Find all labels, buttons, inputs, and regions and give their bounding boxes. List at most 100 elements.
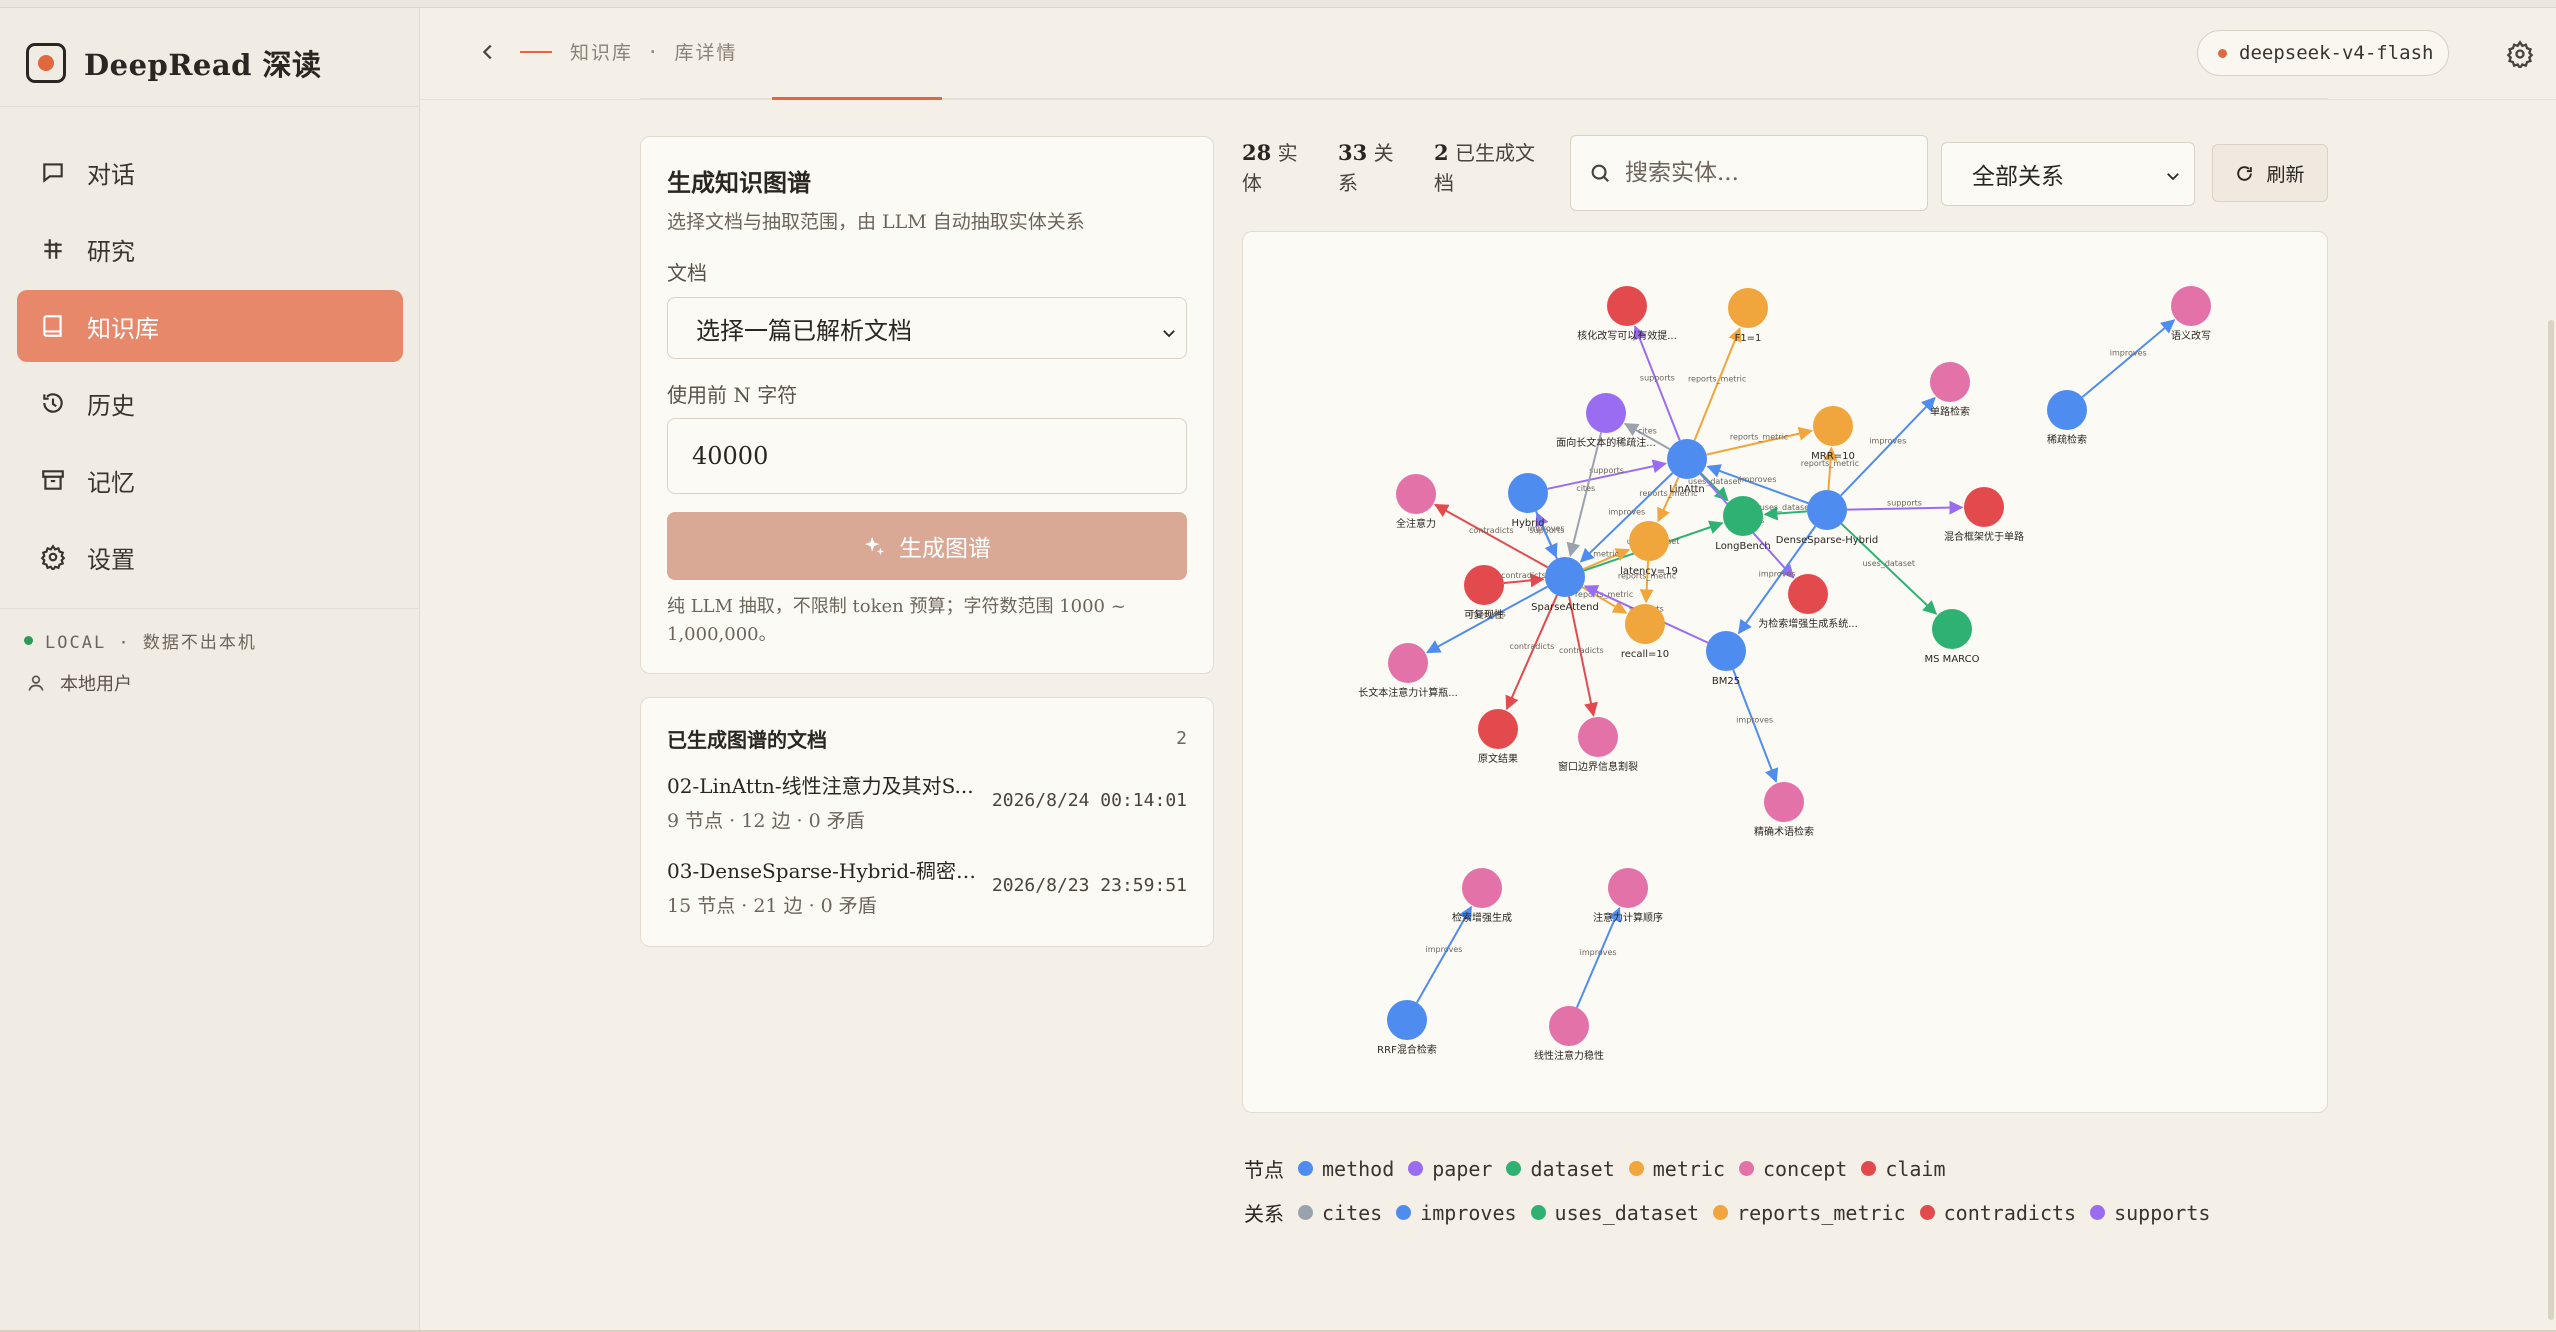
settings-button[interactable] [2500, 34, 2540, 74]
graph-node-concept[interactable] [1764, 782, 1804, 822]
graph-edge-supports[interactable] [1846, 500, 1964, 515]
graph-node-metric[interactable] [1629, 521, 1669, 561]
graph-edge-label: improves [1426, 945, 1463, 954]
document-select[interactable]: 选择一篇已解析文档 [667, 297, 1187, 359]
graph-stats: 28 实体 33 关系 2 已生成文档 [1242, 138, 1574, 198]
model-selector[interactable]: deepseek-v4-flash [2197, 30, 2449, 76]
docs-count: 2 [1176, 728, 1187, 749]
active-tab-indicator [772, 97, 942, 100]
sidebar-item-label: 历史 [87, 391, 135, 420]
archive-icon [37, 464, 69, 496]
graph-edge-contradicts[interactable] [1433, 503, 1549, 569]
graph-node-metric[interactable] [1625, 604, 1665, 644]
legend-dot [2090, 1205, 2106, 1220]
legend-item-cites: cites [1298, 1201, 1382, 1225]
sidebar-item-history[interactable]: 历史 [17, 367, 403, 439]
graph-node-concept[interactable] [1388, 643, 1428, 683]
current-user[interactable]: 本地用户 [26, 670, 132, 696]
graph-node-concept[interactable] [1396, 474, 1436, 514]
sidebar-item-knowledge-base[interactable]: 知识库 [17, 290, 403, 362]
doc-time: 2026/8/23 23:59:51 [991, 875, 1187, 896]
graph-node-dataset[interactable] [1932, 609, 1972, 649]
card-title: 已生成图谱的文档 [667, 728, 827, 752]
graph-edge-label: contradicts [1469, 526, 1514, 535]
graph-node-label: 精确术语检索 [1754, 825, 1814, 838]
legend-item-metric: metric [1628, 1157, 1725, 1181]
breadcrumb-root[interactable]: 知识库 [570, 38, 633, 65]
back-button[interactable] [470, 34, 506, 70]
book-icon [37, 310, 69, 342]
graph-node-claim[interactable] [1788, 574, 1828, 614]
sidebar-item-research[interactable]: 研究 [17, 213, 403, 285]
graph-node-label: 线性注意力稳性 [1534, 1049, 1604, 1062]
graph-node-dataset[interactable] [1723, 496, 1763, 536]
brand[interactable]: DeepRead 深读 [26, 38, 322, 88]
legend-item-supports: supports [2090, 1201, 2210, 1225]
search-input[interactable] [1625, 160, 1905, 186]
sidebar-item-settings[interactable]: 设置 [17, 521, 403, 593]
legend-dot [1861, 1161, 1877, 1176]
graph-edge-label: supports [1887, 499, 1922, 508]
list-item[interactable]: 02-LinAttn-线性注意力及其对S... 9 节点 · 12 边 · 0 … [667, 770, 1187, 836]
graph-node-claim[interactable] [1964, 487, 2004, 527]
generate-graph-button[interactable]: 生成图谱 [667, 512, 1187, 580]
entity-search[interactable] [1570, 135, 1928, 211]
graph-node-method[interactable] [1545, 557, 1585, 597]
graph-node-label: MS MARCO [1925, 654, 1980, 665]
graph-node-concept[interactable] [1578, 717, 1618, 757]
graph-node-method[interactable] [1387, 1000, 1427, 1040]
graph-node-label: 混合框架优于单路 [1944, 530, 2024, 543]
graph-node-metric[interactable] [1813, 406, 1853, 446]
page-header: 知识库 · 库详情 deepseek-v4-flash [420, 8, 2556, 100]
graph-node-method[interactable] [2047, 390, 2087, 430]
graph-node-claim[interactable] [1478, 709, 1518, 749]
graph-edge-supports[interactable] [1633, 325, 1681, 441]
graph-node-paper[interactable] [1586, 393, 1626, 433]
graph-node-concept[interactable] [2171, 286, 2211, 326]
card-title: 生成知识图谱 [667, 168, 811, 197]
graph-edge-reports_metric[interactable] [1693, 327, 1742, 441]
sidebar-item-chat[interactable]: 对话 [17, 136, 403, 208]
graph-node-concept[interactable] [1462, 868, 1502, 908]
logo-icon [26, 43, 66, 83]
doc-time: 2026/8/24 00:14:01 [991, 790, 1187, 811]
graph-node-label: 面向长文本的稀疏注... [1556, 436, 1656, 449]
graph-node-label: 长文本注意力计算瓶... [1358, 686, 1458, 699]
sidebar-item-memory[interactable]: 记忆 [17, 444, 403, 516]
relation-filter-select[interactable]: 全部关系 [1941, 142, 2195, 206]
generate-note: 纯 LLM 抽取，不限制 token 预算；字符数范围 1000 ~ 1,000… [667, 596, 1126, 645]
graph-node-label: 注意力计算顺序 [1593, 911, 1663, 924]
graph-node-label: 核化改写可以有效提... [1577, 329, 1677, 342]
graph-node-concept[interactable] [1608, 868, 1648, 908]
graph-node-method[interactable] [1706, 631, 1746, 671]
history-icon [37, 387, 69, 419]
legend-dot [1298, 1161, 1313, 1176]
graph-edge-improves[interactable] [1840, 396, 1936, 497]
graph-node-method[interactable] [1807, 490, 1847, 530]
graph-node-method[interactable] [1508, 473, 1548, 513]
list-item[interactable]: 03-DenseSparse-Hybrid-稠密稀... 15 节点 · 21 … [667, 855, 1187, 921]
graph-edge-label: cites [1576, 484, 1595, 493]
graph-svg[interactable]: supports reports_metric improves cites repor… [1243, 232, 2328, 1113]
graph-node-claim[interactable] [1464, 565, 1504, 605]
graph-node-concept[interactable] [1930, 362, 1970, 402]
graph-node-method[interactable] [1667, 439, 1707, 479]
status-dot-icon [24, 636, 33, 645]
graph-edge-contradicts[interactable] [1568, 596, 1598, 717]
stat-entities: 28 实体 [1242, 140, 1298, 195]
gear-icon [2506, 40, 2534, 68]
refresh-button[interactable]: 刷新 [2212, 144, 2328, 202]
chars-input[interactable]: 40000 [667, 418, 1187, 494]
page-scrollbar[interactable] [2548, 320, 2554, 1320]
graph-node-metric[interactable] [1728, 288, 1768, 328]
legend-dot [1408, 1161, 1424, 1176]
graph-edge-cites[interactable] [1566, 432, 1603, 558]
graph-edge-label: contradicts [1559, 646, 1604, 655]
graph-node-claim[interactable] [1607, 286, 1647, 326]
graph-node-label: 可复现性 [1464, 608, 1504, 621]
graph-edge-improves[interactable] [2081, 319, 2176, 398]
window-top-edge [0, 0, 2556, 8]
graph-node-concept[interactable] [1549, 1006, 1589, 1046]
graph-edge-label: improves [1736, 716, 1773, 725]
knowledge-graph-canvas[interactable]: supports reports_metric improves cites repor… [1242, 231, 2328, 1113]
